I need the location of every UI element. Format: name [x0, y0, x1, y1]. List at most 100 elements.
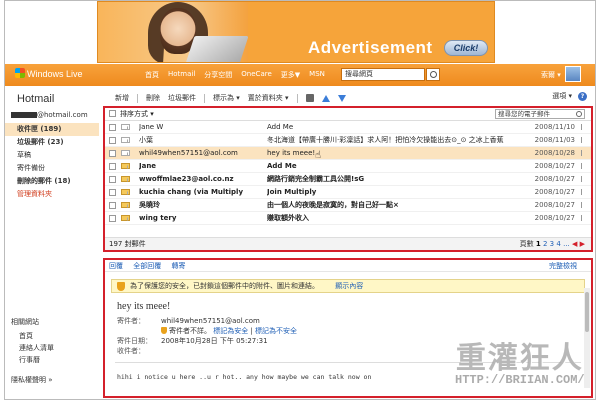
reader-scrollbar[interactable] [584, 288, 590, 388]
message-row[interactable]: Jane Add Me 2008/10/27 [105, 160, 591, 173]
web-search-input[interactable]: 搜尋網頁 [341, 68, 425, 81]
mark-unsafe-link[interactable]: 標記為不安全 [255, 327, 297, 335]
page-more[interactable]: ... [563, 240, 570, 248]
move-to-button[interactable]: 置於資料夾 ▾ [248, 93, 289, 103]
select-all-checkbox[interactable] [109, 110, 116, 117]
advertisement-banner[interactable]: Advertisement Click! [97, 1, 495, 63]
flag-icon[interactable] [581, 137, 586, 143]
sort-menu[interactable]: 排序方式 ▾ [120, 110, 154, 118]
nav-more[interactable]: 更多▼ [281, 70, 300, 80]
new-button[interactable]: 新增 [115, 93, 129, 103]
flag-icon[interactable] [581, 163, 586, 169]
junk-button[interactable]: 垃圾郵件 [168, 93, 196, 103]
folder-junk[interactable]: 垃圾郵件 (23) [5, 136, 99, 149]
show-content-link[interactable]: 顯示內容 [335, 282, 363, 290]
folder-drafts[interactable]: 草稿 [5, 149, 99, 162]
message-row[interactable]: 吳曉玲 由一個人的夜晚是寂寞的，對自己好一點× 2008/10/27 [105, 199, 591, 212]
row-sender: 小葉 [139, 136, 153, 144]
page-1[interactable]: 1 [536, 240, 541, 248]
arrow-up-icon[interactable] [321, 94, 330, 102]
mark-as-button[interactable]: 標示為 ▾ [213, 93, 240, 103]
user-name[interactable]: 索爾 ▾ [541, 70, 561, 80]
nav-msn[interactable]: MSN [309, 70, 325, 80]
flag-icon[interactable] [581, 150, 586, 156]
folder-deleted[interactable]: 刪除的郵件 (18) [5, 175, 99, 188]
windows-live-logo[interactable]: Windows Live [15, 68, 83, 79]
search-icon[interactable] [426, 68, 440, 81]
unread-envelope-icon [121, 176, 130, 182]
row-checkbox[interactable] [109, 124, 116, 131]
folder-sent[interactable]: 寄件備份 [5, 162, 99, 175]
row-checkbox[interactable] [109, 137, 116, 144]
folder-list: 收件匣 (189) 垃圾郵件 (23) 草稿 寄件備份 刪除的郵件 (18) 管… [5, 123, 99, 201]
forward-link[interactable]: 轉寄 [171, 262, 185, 270]
related-calendar[interactable]: 行事曆 [11, 354, 54, 366]
message-row[interactable]: kuchia chang (via Multiply Join Multiply… [105, 186, 591, 199]
security-notice: 為了保護您的安全，已封鎖這個郵件中的附件、圖片和連結。 顯示內容 [111, 279, 585, 293]
page-nav-arrows[interactable]: ◀ ▶ [572, 240, 585, 248]
privacy-link[interactable]: 隱私權聲明 » [11, 375, 53, 385]
flag-icon[interactable] [581, 176, 586, 182]
page-4[interactable]: 4 [556, 240, 560, 248]
nav-home[interactable]: 首頁 [145, 70, 159, 80]
message-row[interactable]: Jane W Add Me 2008/11/10 [105, 121, 591, 134]
redacted-block [11, 112, 37, 118]
nav-hotmail[interactable]: Hotmail [168, 70, 195, 80]
message-row[interactable]: 小葉 冬北海道【帶廣十勝川·彩凜話】求人阿！把怕冷欠操能出去⊙_⊙ 之冰上香蕉 … [105, 134, 591, 147]
envelope-icon [121, 137, 130, 143]
message-row[interactable]: wing tery 賺取額外收入 2008/10/27 [105, 212, 591, 225]
flag-icon[interactable] [581, 202, 586, 208]
list-header: 排序方式 ▾ 搜尋您的電子郵件 [105, 108, 591, 121]
page-2[interactable]: 2 [543, 240, 547, 248]
row-checkbox[interactable] [109, 176, 116, 183]
row-checkbox[interactable] [109, 150, 116, 157]
row-subject: 由一個人的夜晚是寂寞的，對自己好一點× [267, 201, 399, 209]
top-nav-links: 首頁 Hotmail 分享空間 OneCare 更多▼ MSN [145, 70, 325, 80]
reply-link[interactable]: 回覆 [109, 262, 123, 270]
laptop-image [185, 36, 249, 62]
row-date: 2008/10/28 [534, 149, 575, 157]
avatar[interactable] [565, 66, 581, 82]
related-sites: 相關網站 首頁 連絡人清單 行事曆 [11, 317, 54, 366]
delete-button[interactable]: 刪除 [146, 93, 160, 103]
row-checkbox[interactable] [109, 202, 116, 209]
row-date: 2008/10/27 [534, 201, 575, 209]
nav-spaces[interactable]: 分享空間 [204, 70, 232, 80]
manage-folders-link[interactable]: 管理資料夾 [5, 188, 99, 201]
flag-icon[interactable] [581, 189, 586, 195]
row-date: 2008/10/27 [534, 214, 575, 222]
flag-icon[interactable] [581, 215, 586, 221]
unread-envelope-icon [121, 189, 130, 195]
message-row-hovered[interactable]: whil49when57151@aol.com hey its meee! ☝ … [105, 147, 591, 161]
row-date: 2008/11/10 [534, 123, 575, 131]
sidebar: Hotmail @hotmail.com 收件匣 (189) 垃圾郵件 (23)… [5, 87, 99, 399]
row-date: 2008/11/03 [534, 136, 575, 144]
help-icon[interactable]: ? [578, 91, 587, 101]
nav-onecare[interactable]: OneCare [241, 70, 271, 80]
full-view-link[interactable]: 完整檢視 [549, 260, 577, 272]
row-checkbox[interactable] [109, 189, 116, 196]
row-subject: hey its meee! [267, 149, 316, 157]
arrow-down-icon[interactable] [337, 94, 346, 102]
hotmail-brand: Hotmail [17, 93, 55, 105]
print-icon[interactable] [305, 94, 314, 102]
row-checkbox[interactable] [109, 215, 116, 222]
folder-inbox[interactable]: 收件匣 (189) [5, 123, 99, 136]
mail-search-input[interactable]: 搜尋您的電子郵件 [495, 109, 585, 119]
sender-address[interactable]: whil49when57151@aol.com [161, 317, 260, 325]
related-contacts[interactable]: 連絡人清單 [11, 342, 54, 354]
row-subject: Join Multiply [267, 188, 317, 196]
message-row[interactable]: wwoffmlae23@aol.co.nz 網路行銷完全制霸工具公開!sG 20… [105, 173, 591, 186]
page-3[interactable]: 3 [550, 240, 554, 248]
envelope-icon [121, 150, 130, 156]
related-home[interactable]: 首頁 [11, 330, 54, 342]
warning-shield-icon [161, 327, 167, 334]
row-checkbox[interactable] [109, 163, 116, 170]
reply-all-link[interactable]: 全部回覆 [133, 262, 161, 270]
unread-envelope-icon [121, 163, 130, 169]
flag-icon[interactable] [581, 124, 586, 130]
ad-click-button[interactable]: Click! [444, 40, 488, 56]
mark-safe-link[interactable]: 標記為安全 [213, 327, 248, 335]
options-menu[interactable]: 選項 ▾ [552, 91, 572, 101]
envelope-icon [121, 124, 130, 130]
